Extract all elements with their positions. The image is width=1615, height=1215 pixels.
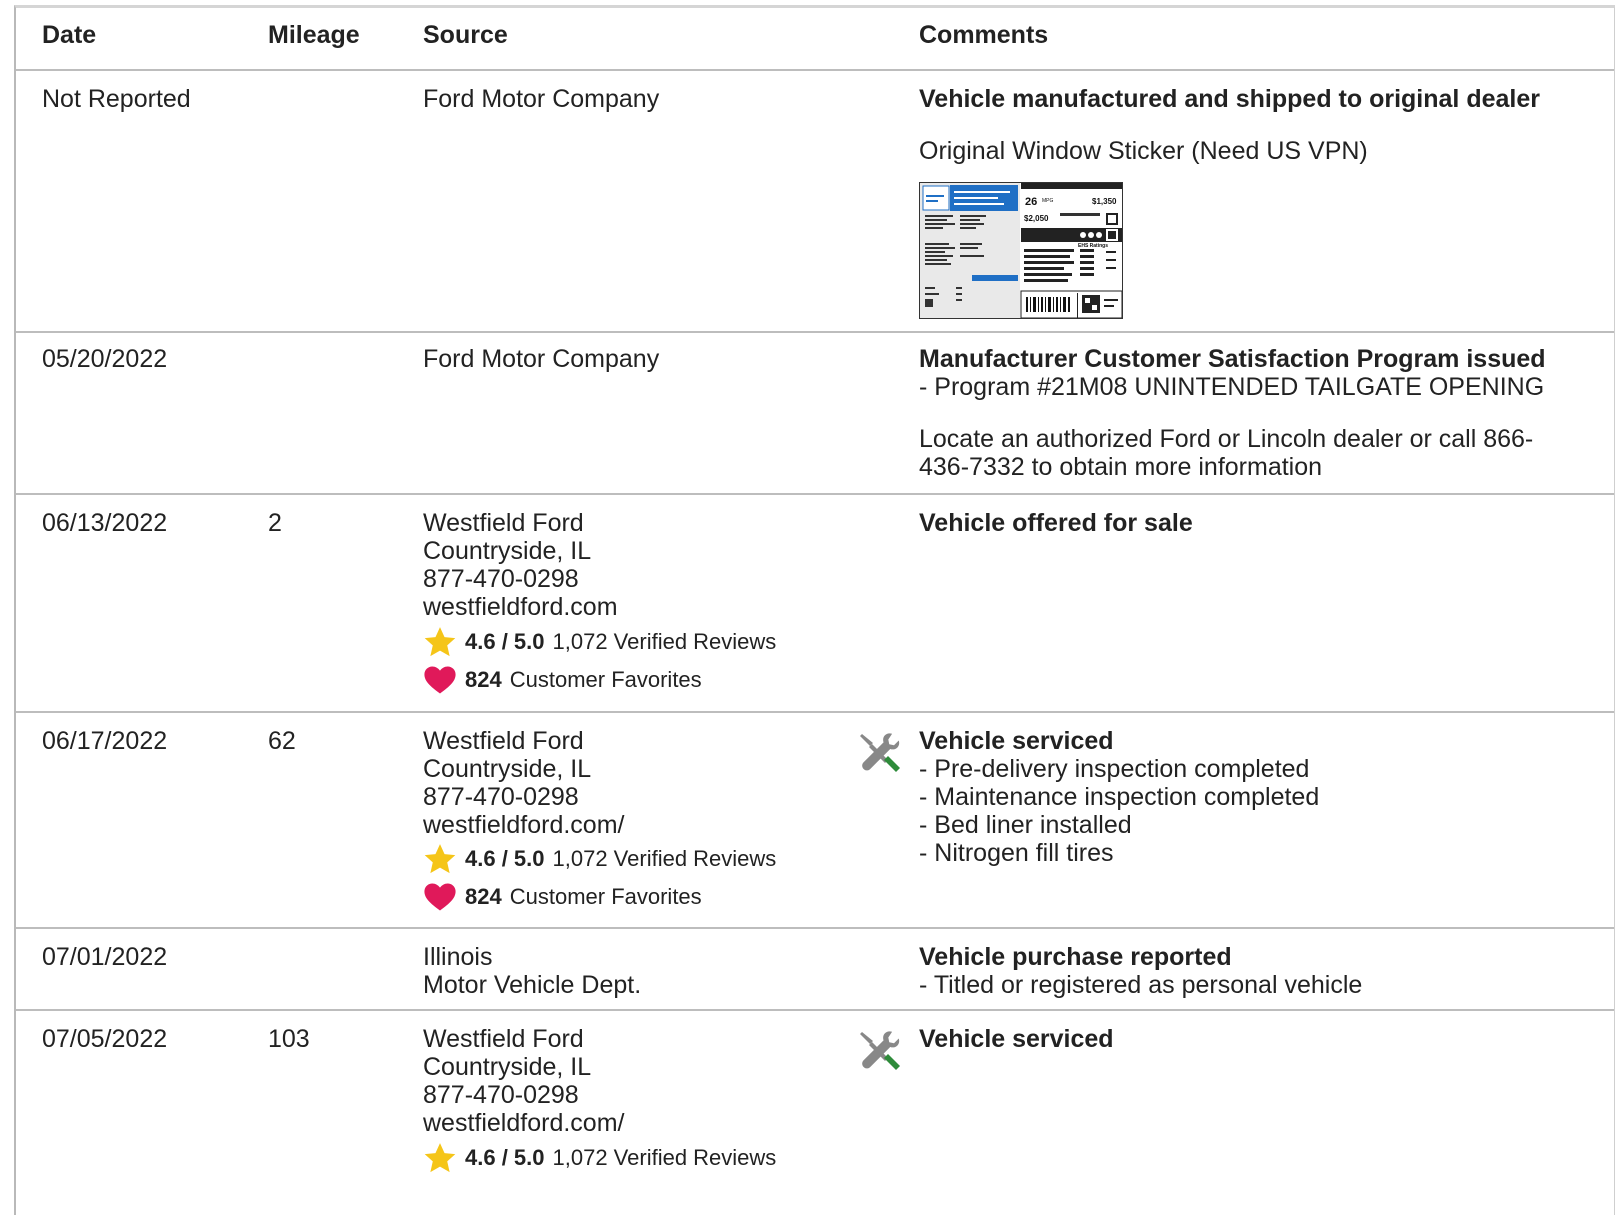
dealer-website-link[interactable]: westfieldford.com xyxy=(423,593,618,621)
source-line: Illinois xyxy=(423,943,493,971)
dealer-name: Westfield Ford xyxy=(423,727,584,755)
favorites-label: Customer Favorites xyxy=(509,884,702,909)
row-date: 06/17/2022 xyxy=(42,727,168,755)
row-source: Ford Motor Company xyxy=(423,345,659,373)
star-icon xyxy=(424,1143,456,1173)
table-row: 07/01/2022 Illinois Motor Vehicle Dept. … xyxy=(16,929,1614,1011)
sticker-ratings-label: EHS Ratings xyxy=(1078,243,1108,249)
sticker-price-b: $1,350 xyxy=(1092,197,1117,206)
comment-title: Vehicle manufactured and shipped to orig… xyxy=(919,85,1540,113)
table-row: 05/20/2022 Ford Motor Company Manufactur… xyxy=(16,333,1614,495)
header-source: Source xyxy=(423,21,508,49)
row-comments: Vehicle serviced xyxy=(919,1025,1559,1053)
comment-item-text: Pre-delivery inspection completed xyxy=(934,755,1310,783)
dealer-rating[interactable]: 4.6 / 5.0 1,072 Verified Reviews xyxy=(423,625,776,659)
row-date: Not Reported xyxy=(42,85,191,113)
comment-item: - Nitrogen fill tires xyxy=(919,839,1114,867)
table-header-row: Date Mileage Source Comments xyxy=(16,8,1614,71)
dealer-favorites[interactable]: 824 Customer Favorites xyxy=(423,880,702,914)
dealer-rating[interactable]: 4.6 / 5.0 1,072 Verified Reviews xyxy=(423,842,776,876)
dealer-phone[interactable]: 877-470-0298 xyxy=(423,1081,624,1109)
comment-title: Vehicle serviced xyxy=(919,1025,1114,1053)
dealer-favorites[interactable]: 824 Customer Favorites xyxy=(423,663,702,697)
sticker-price-a: $2,050 xyxy=(1024,214,1049,223)
favorites-count: 824 xyxy=(465,884,502,909)
row-source: Ford Motor Company xyxy=(423,85,659,113)
source-line: Motor Vehicle Dept. xyxy=(423,971,642,999)
comment-item-text: Bed liner installed xyxy=(934,811,1132,839)
dealer-website-link[interactable]: westfieldford.com/ xyxy=(423,1109,624,1137)
window-sticker-thumbnail[interactable]: 26 MPG $1,350 $2,050 EHS Ratings xyxy=(919,182,1123,319)
table-row: Not Reported Ford Motor Company Vehicle … xyxy=(16,71,1614,333)
dealer-location: Countryside, IL xyxy=(423,537,592,565)
row-comments: Vehicle offered for sale xyxy=(919,509,1559,537)
heart-icon xyxy=(424,883,456,911)
comment-title: Vehicle serviced xyxy=(919,727,1114,755)
row-source: Westfield Ford Countryside, IL 877-470-0… xyxy=(423,727,624,839)
row-date: 07/01/2022 xyxy=(42,943,168,971)
dealer-phone[interactable]: 877-470-0298 xyxy=(423,565,618,593)
wrench-screwdriver-icon xyxy=(860,1031,900,1070)
comment-item: - Pre-delivery inspection completed xyxy=(919,755,1310,783)
source-line: Ford Motor Company xyxy=(423,85,660,113)
star-icon xyxy=(424,627,456,657)
dealer-name: Westfield Ford xyxy=(423,1025,584,1053)
dealer-location: Countryside, IL xyxy=(423,1053,592,1081)
comment-title: Vehicle offered for sale xyxy=(919,509,1193,537)
rating-score: 4.6 / 5.0 xyxy=(465,846,545,871)
favorites-label: Customer Favorites xyxy=(509,667,702,692)
heart-icon xyxy=(424,666,456,694)
wrench-screwdriver-icon xyxy=(860,733,900,772)
rating-score: 4.6 / 5.0 xyxy=(465,1145,545,1170)
comment-item-text: Program #21M08 UNINTENDED TAILGATE OPENI… xyxy=(934,373,1545,401)
comment-item-text: Maintenance inspection completed xyxy=(934,783,1320,811)
star-icon xyxy=(424,844,456,874)
rating-score: 4.6 / 5.0 xyxy=(465,629,545,654)
row-comments: Manufacturer Customer Satisfaction Progr… xyxy=(919,345,1559,481)
dealer-location: Countryside, IL xyxy=(423,755,592,783)
source-line: Ford Motor Company xyxy=(423,345,660,373)
dealer-phone[interactable]: 877-470-0298 xyxy=(423,783,624,811)
header-date: Date xyxy=(42,21,97,49)
row-date: 06/13/2022 xyxy=(42,509,168,537)
dealer-rating[interactable]: 4.6 / 5.0 1,072 Verified Reviews xyxy=(423,1141,776,1175)
comment-item-text: Nitrogen fill tires xyxy=(934,839,1114,867)
row-comments: Vehicle serviced - Pre-delivery inspecti… xyxy=(919,727,1559,867)
row-mileage: 103 xyxy=(268,1025,310,1053)
comment-item: - Titled or registered as personal vehic… xyxy=(919,971,1363,999)
sticker-mpg: 26 xyxy=(1025,196,1037,208)
rating-reviews: 1,072 Verified Reviews xyxy=(552,846,777,871)
row-source: Westfield Ford Countryside, IL 877-470-0… xyxy=(423,1025,624,1137)
table-row: 07/05/2022 103 Westfield Ford Countrysid… xyxy=(16,1011,1614,1211)
row-mileage: 2 xyxy=(268,509,282,537)
comment-item-text: Titled or registered as personal vehicle xyxy=(933,971,1363,999)
table-row: 06/17/2022 62 Westfield Ford Countryside… xyxy=(16,713,1614,929)
row-mileage: 62 xyxy=(268,727,296,755)
row-source: Westfield Ford Countryside, IL 877-470-0… xyxy=(423,509,618,621)
comment-title: Vehicle purchase reported xyxy=(919,943,1232,971)
row-source: Illinois Motor Vehicle Dept. xyxy=(423,943,641,999)
window-sticker-image: 26 MPG $1,350 $2,050 EHS Ratings xyxy=(920,183,1123,319)
row-date: 07/05/2022 xyxy=(42,1025,168,1053)
comment-item: - Program #21M08 UNINTENDED TAILGATE OPE… xyxy=(919,373,1545,401)
dealer-name: Westfield Ford xyxy=(423,509,584,537)
header-mileage: Mileage xyxy=(268,21,360,49)
comment-title: Manufacturer Customer Satisfaction Progr… xyxy=(919,345,1546,373)
comment-item: - Maintenance inspection completed xyxy=(919,783,1320,811)
dealer-website-link[interactable]: westfieldford.com/ xyxy=(423,811,624,839)
window-sticker-link[interactable]: Original Window Sticker (Need US VPN) xyxy=(919,137,1559,165)
row-comments: Vehicle purchase reported - Titled or re… xyxy=(919,943,1559,999)
table-row: 06/13/2022 2 Westfield Ford Countryside,… xyxy=(16,495,1614,713)
row-comments: Vehicle manufactured and shipped to orig… xyxy=(919,85,1559,165)
favorites-count: 824 xyxy=(465,667,502,692)
row-date: 05/20/2022 xyxy=(42,345,168,373)
header-comments: Comments xyxy=(919,21,1049,49)
sticker-mpg-unit: MPG xyxy=(1042,198,1054,204)
rating-reviews: 1,072 Verified Reviews xyxy=(552,629,777,654)
comment-note: Locate an authorized Ford or Lincoln dea… xyxy=(919,425,1534,481)
rating-reviews: 1,072 Verified Reviews xyxy=(552,1145,777,1170)
comment-item: - Bed liner installed xyxy=(919,811,1132,839)
